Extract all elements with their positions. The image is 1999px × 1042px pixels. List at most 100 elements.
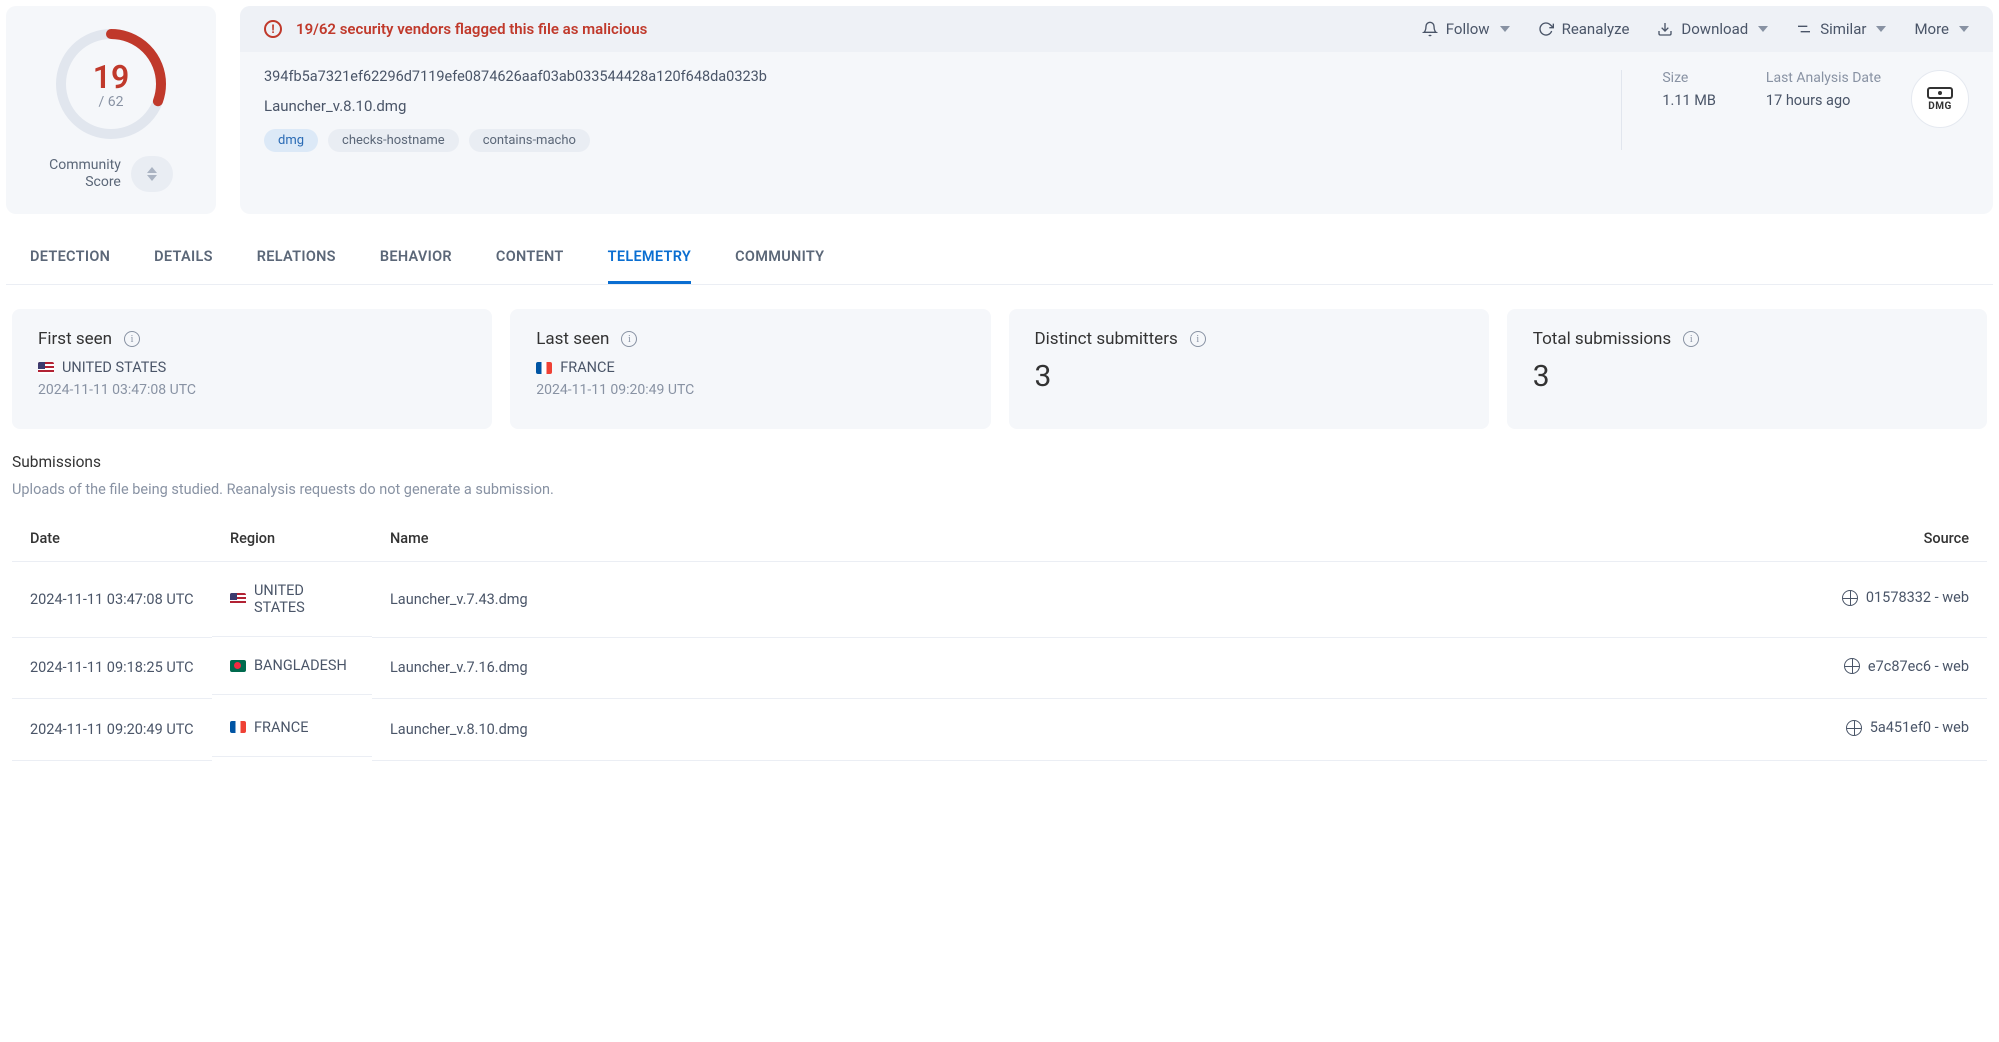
last-seen-card: Last seen i FRANCE 2024-11-11 09:20:49 U…	[510, 309, 990, 429]
score-gauge: 19 / 62	[51, 24, 171, 144]
flag-us-icon	[38, 362, 54, 374]
chevron-down-icon	[1876, 26, 1886, 32]
similar-icon	[1796, 21, 1812, 37]
score-malicious-count: 19	[93, 58, 130, 96]
submissions-title: Submissions	[12, 453, 1987, 471]
total-title: Total submissions	[1533, 329, 1671, 349]
cell-source: e7c87ec6 - web	[1807, 637, 1987, 699]
tab-detection[interactable]: DETECTION	[30, 238, 110, 284]
region-name: UNITED STATES	[254, 582, 354, 616]
first-seen-title: First seen	[38, 329, 112, 349]
info-icon[interactable]: i	[621, 331, 637, 347]
first-seen-country: UNITED STATES	[62, 359, 166, 376]
submissions-table: Date Region Name Source 2024-11-11 03:47…	[12, 516, 1987, 761]
malicious-alert-bar: ! 19/62 security vendors flagged this fi…	[240, 6, 1993, 52]
download-label: Download	[1681, 20, 1748, 38]
source-text: 5a451ef0 - web	[1870, 719, 1969, 736]
region-name: BANGLADESH	[254, 657, 347, 674]
dmg-icon	[1927, 87, 1953, 99]
first-seen-time: 2024-11-11 03:47:08 UTC	[38, 382, 466, 398]
similar-label: Similar	[1820, 20, 1866, 38]
last-seen-time: 2024-11-11 09:20:49 UTC	[536, 382, 964, 398]
tab-details[interactable]: DETAILS	[154, 238, 213, 284]
size-label: Size	[1662, 70, 1716, 86]
cell-name: Launcher_v.7.16.dmg	[372, 637, 1807, 699]
follow-label: Follow	[1446, 20, 1490, 38]
last-seen-title: Last seen	[536, 329, 609, 349]
file-header: ! 19/62 security vendors flagged this fi…	[240, 6, 1993, 214]
download-button[interactable]: Download	[1657, 20, 1768, 38]
info-icon[interactable]: i	[1190, 331, 1206, 347]
first-seen-card: First seen i UNITED STATES 2024-11-11 03…	[12, 309, 492, 429]
reanalyze-button[interactable]: Reanalyze	[1538, 20, 1630, 38]
col-name: Name	[372, 516, 1807, 562]
refresh-icon	[1538, 21, 1554, 37]
chevron-down-icon	[1500, 26, 1510, 32]
chevron-down-icon	[1758, 26, 1768, 32]
reanalyze-label: Reanalyze	[1562, 20, 1630, 38]
distinct-title: Distinct submitters	[1035, 329, 1178, 349]
size-value: 1.11 MB	[1662, 92, 1716, 109]
table-row: 2024-11-11 09:18:25 UTC BANGLADESH Launche…	[12, 637, 1987, 699]
col-region: Region	[212, 516, 372, 562]
file-tag[interactable]: checks-hostname	[328, 129, 459, 152]
globe-icon	[1844, 658, 1860, 674]
flag-fr-icon	[536, 362, 552, 374]
last-seen-country: FRANCE	[560, 359, 614, 376]
file-tag[interactable]: dmg	[264, 129, 318, 152]
globe-icon	[1842, 590, 1858, 606]
file-hash: 394fb5a7321ef62296d7119efe0874626aaf03ab…	[264, 68, 1581, 85]
col-source: Source	[1807, 516, 1987, 562]
table-row: 2024-11-11 09:20:49 UTCFRANCELauncher_v.…	[12, 699, 1987, 761]
chevron-down-icon	[1959, 26, 1969, 32]
bell-icon	[1422, 21, 1438, 37]
cell-region: BANGLADESH	[212, 637, 372, 695]
submissions-subtitle: Uploads of the file being studied. Reana…	[12, 481, 1987, 498]
more-button[interactable]: More	[1914, 20, 1969, 38]
file-type-text: DMG	[1928, 101, 1952, 112]
tab-bar: DETECTION DETAILS RELATIONS BEHAVIOR CONTENT…	[6, 214, 1993, 285]
cell-source: 5a451ef0 - web	[1807, 699, 1987, 761]
tab-community[interactable]: COMMUNITY	[735, 238, 824, 284]
last-analysis-label: Last Analysis Date	[1766, 70, 1881, 86]
last-analysis-value: 17 hours ago	[1766, 92, 1881, 109]
globe-icon	[1846, 720, 1862, 736]
source-text: e7c87ec6 - web	[1868, 658, 1969, 675]
alert-icon: !	[264, 20, 282, 38]
download-icon	[1657, 21, 1673, 37]
community-score-label: Community Score	[49, 157, 121, 191]
similar-button[interactable]: Similar	[1796, 20, 1886, 38]
cell-date: 2024-11-11 09:18:25 UTC	[12, 637, 212, 699]
more-label: More	[1914, 20, 1949, 38]
file-type-badge: DMG	[1911, 70, 1969, 128]
tab-telemetry[interactable]: TELEMETRY	[608, 238, 692, 284]
caret-up-icon	[147, 167, 157, 173]
region-name: FRANCE	[254, 719, 308, 736]
info-icon[interactable]: i	[1683, 331, 1699, 347]
flag-fr-icon	[230, 721, 246, 733]
flag-us-icon	[230, 593, 246, 605]
score-card: 19 / 62 Community Score	[6, 6, 216, 214]
cell-date: 2024-11-11 09:20:49 UTC	[12, 699, 212, 761]
tab-content[interactable]: CONTENT	[496, 238, 564, 284]
follow-button[interactable]: Follow	[1422, 20, 1510, 38]
caret-down-icon	[147, 175, 157, 181]
info-icon[interactable]: i	[124, 331, 140, 347]
total-submissions-card: Total submissions i 3	[1507, 309, 1987, 429]
community-score-stepper[interactable]	[131, 156, 173, 192]
total-value: 3	[1533, 359, 1961, 394]
cell-region: UNITED STATES	[212, 562, 372, 637]
cell-date: 2024-11-11 03:47:08 UTC	[12, 562, 212, 638]
flag-bd-icon	[230, 660, 246, 672]
alert-text: 19/62 security vendors flagged this file…	[296, 20, 1408, 38]
cell-source: 01578332 - web	[1807, 562, 1987, 638]
cell-name: Launcher_v.7.43.dmg	[372, 562, 1807, 638]
file-tag[interactable]: contains-macho	[469, 129, 590, 152]
tab-behavior[interactable]: BEHAVIOR	[380, 238, 452, 284]
col-date: Date	[12, 516, 212, 562]
table-row: 2024-11-11 03:47:08 UTC UNITED STATES Laun…	[12, 562, 1987, 638]
file-name: Launcher_v.8.10.dmg	[264, 97, 1581, 115]
distinct-submitters-card: Distinct submitters i 3	[1009, 309, 1489, 429]
score-total-count: / 62	[99, 94, 124, 110]
tab-relations[interactable]: RELATIONS	[257, 238, 336, 284]
